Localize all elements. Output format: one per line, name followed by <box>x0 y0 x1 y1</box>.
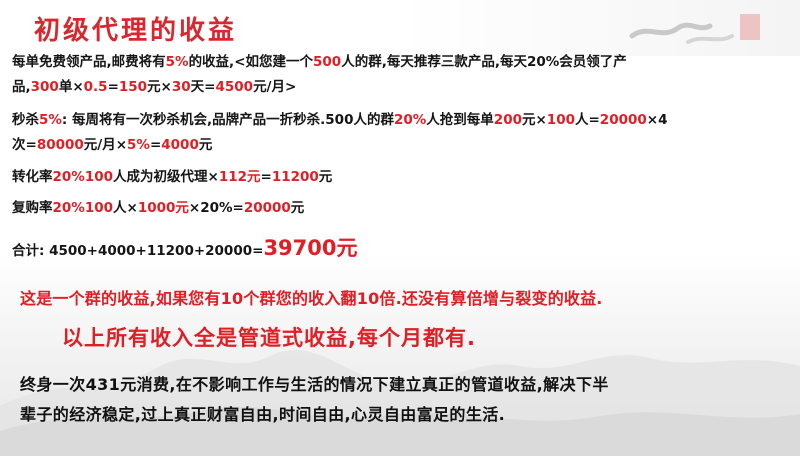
highlight-value: 200 <box>493 112 522 128</box>
highlight-value: 4500 <box>215 79 254 95</box>
text-segment: = <box>260 169 272 185</box>
highlight-value: 20000 <box>599 112 647 128</box>
highlight-value: 20%100 <box>52 169 114 185</box>
summary-text: 这是一个群的收益,如果您有10个群您的收入翻10倍.还没有算倍增与裂变的收益. <box>20 289 603 308</box>
text-segment: 500 <box>325 112 354 128</box>
total-label: 合计: 4500+4000+11200+20000= <box>12 243 264 259</box>
highlight-value: 5% <box>165 54 189 70</box>
highlight-value: 150 <box>118 79 148 95</box>
text-segment: 元× <box>521 112 547 128</box>
text-segment: 元 <box>290 200 305 216</box>
text-segment: 元 <box>318 169 333 185</box>
ink-calligraphy-decoration <box>629 14 760 44</box>
text-segment: 元/月× <box>83 137 128 153</box>
text-segment: 秒杀 <box>12 112 39 128</box>
text-segment: 次= <box>12 137 37 153</box>
text-segment: 元 <box>198 137 213 153</box>
freebie-income-line-1: 每单免费领产品,邮费将有5%的收益,<如您建一个500人的群,每天推荐三款产品,… <box>12 52 786 72</box>
text-segment: 转化率 <box>12 169 53 185</box>
highlight-value: 500 <box>313 54 342 70</box>
closing-paragraph: 终身一次431元消费,在不影响工作与生活的情况下建立真正的管道收益,解决下半 辈… <box>20 370 609 430</box>
highlight-value: 80000 <box>36 137 84 153</box>
headline-text: 以上所有收入全是管道式收益,每个月都有. <box>62 326 476 350</box>
highlight-value: 4000 <box>161 137 199 153</box>
text-segment: ×4 <box>646 112 668 128</box>
text-segment: 人的群,每天推荐三款产品,每天20%会员领了产 <box>341 54 627 70</box>
highlight-value: 元 <box>247 169 261 185</box>
highlight-value: 112 <box>218 169 247 185</box>
repurchase-rate-line: 复购率20%100人×1000元×20%=20000元 <box>12 198 786 218</box>
highlight-value: 100 <box>546 112 575 128</box>
text-segment: 单× <box>58 79 84 95</box>
highlight-value: 20%100 <box>52 200 114 216</box>
text-segment: : 每周将有一次秒杀机会,品牌产品一折秒杀. <box>61 112 326 128</box>
highlight-value: 30 <box>171 79 191 95</box>
text-segment: 复购率 <box>12 200 53 216</box>
highlight-value: 1000 <box>137 200 176 216</box>
highlight-value: 11200 <box>271 169 319 185</box>
highlight-value: 元 <box>175 200 189 216</box>
freebie-income-line-2: 品,300单×0.5=150元×30天=4500元/月> <box>12 77 786 97</box>
text-segment: = <box>149 137 162 153</box>
total-line: 合计: 4500+4000+11200+20000=39700元 <box>12 238 786 261</box>
total-value: 39700元 <box>263 236 358 260</box>
page-title: 初级代理的收益 <box>34 16 238 46</box>
text-segment: 人抢到每单 <box>426 112 494 128</box>
flash-sale-line-2: 次=80000元/月×5%=4000元 <box>12 135 786 155</box>
highlight-value: 20% <box>393 112 427 128</box>
text-segment: 每单免费领产品,邮费将有 <box>12 54 166 70</box>
text-segment: 天= <box>190 79 216 95</box>
text-segment: = <box>107 79 119 95</box>
text-segment: 人= <box>574 112 600 128</box>
highlight-value: 5% <box>39 112 62 128</box>
conversion-rate-line: 转化率20%100人成为初级代理×112元=11200元 <box>12 167 786 187</box>
text-segment: 元/月> <box>253 79 297 95</box>
highlight-value: 20000 <box>243 200 291 216</box>
text-segment: ×20%= <box>188 200 244 216</box>
text-segment: 人× <box>113 200 138 216</box>
text-segment: 人的群 <box>353 112 394 128</box>
highlight-value: 0.5 <box>83 79 108 95</box>
highlight-value: 300 <box>30 79 59 95</box>
text-segment: 元× <box>147 79 172 95</box>
closing-line-2: 辈子的经济稳定,过上真正财富自由,时间自由,心灵自由富足的生活. <box>20 405 506 424</box>
text-segment: 的收益,<如您建一个 <box>188 54 314 70</box>
closing-line-1: 终身一次431元消费,在不影响工作与生活的情况下建立真正的管道收益,解决下半 <box>20 375 609 394</box>
flash-sale-line-1: 秒杀5%: 每周将有一次秒杀机会,品牌产品一折秒杀.500人的群20%人抢到每单… <box>12 110 786 130</box>
text-segment: 品, <box>12 79 31 95</box>
highlight-value: 5% <box>127 137 150 153</box>
text-segment: 人成为初级代理× <box>113 169 219 185</box>
